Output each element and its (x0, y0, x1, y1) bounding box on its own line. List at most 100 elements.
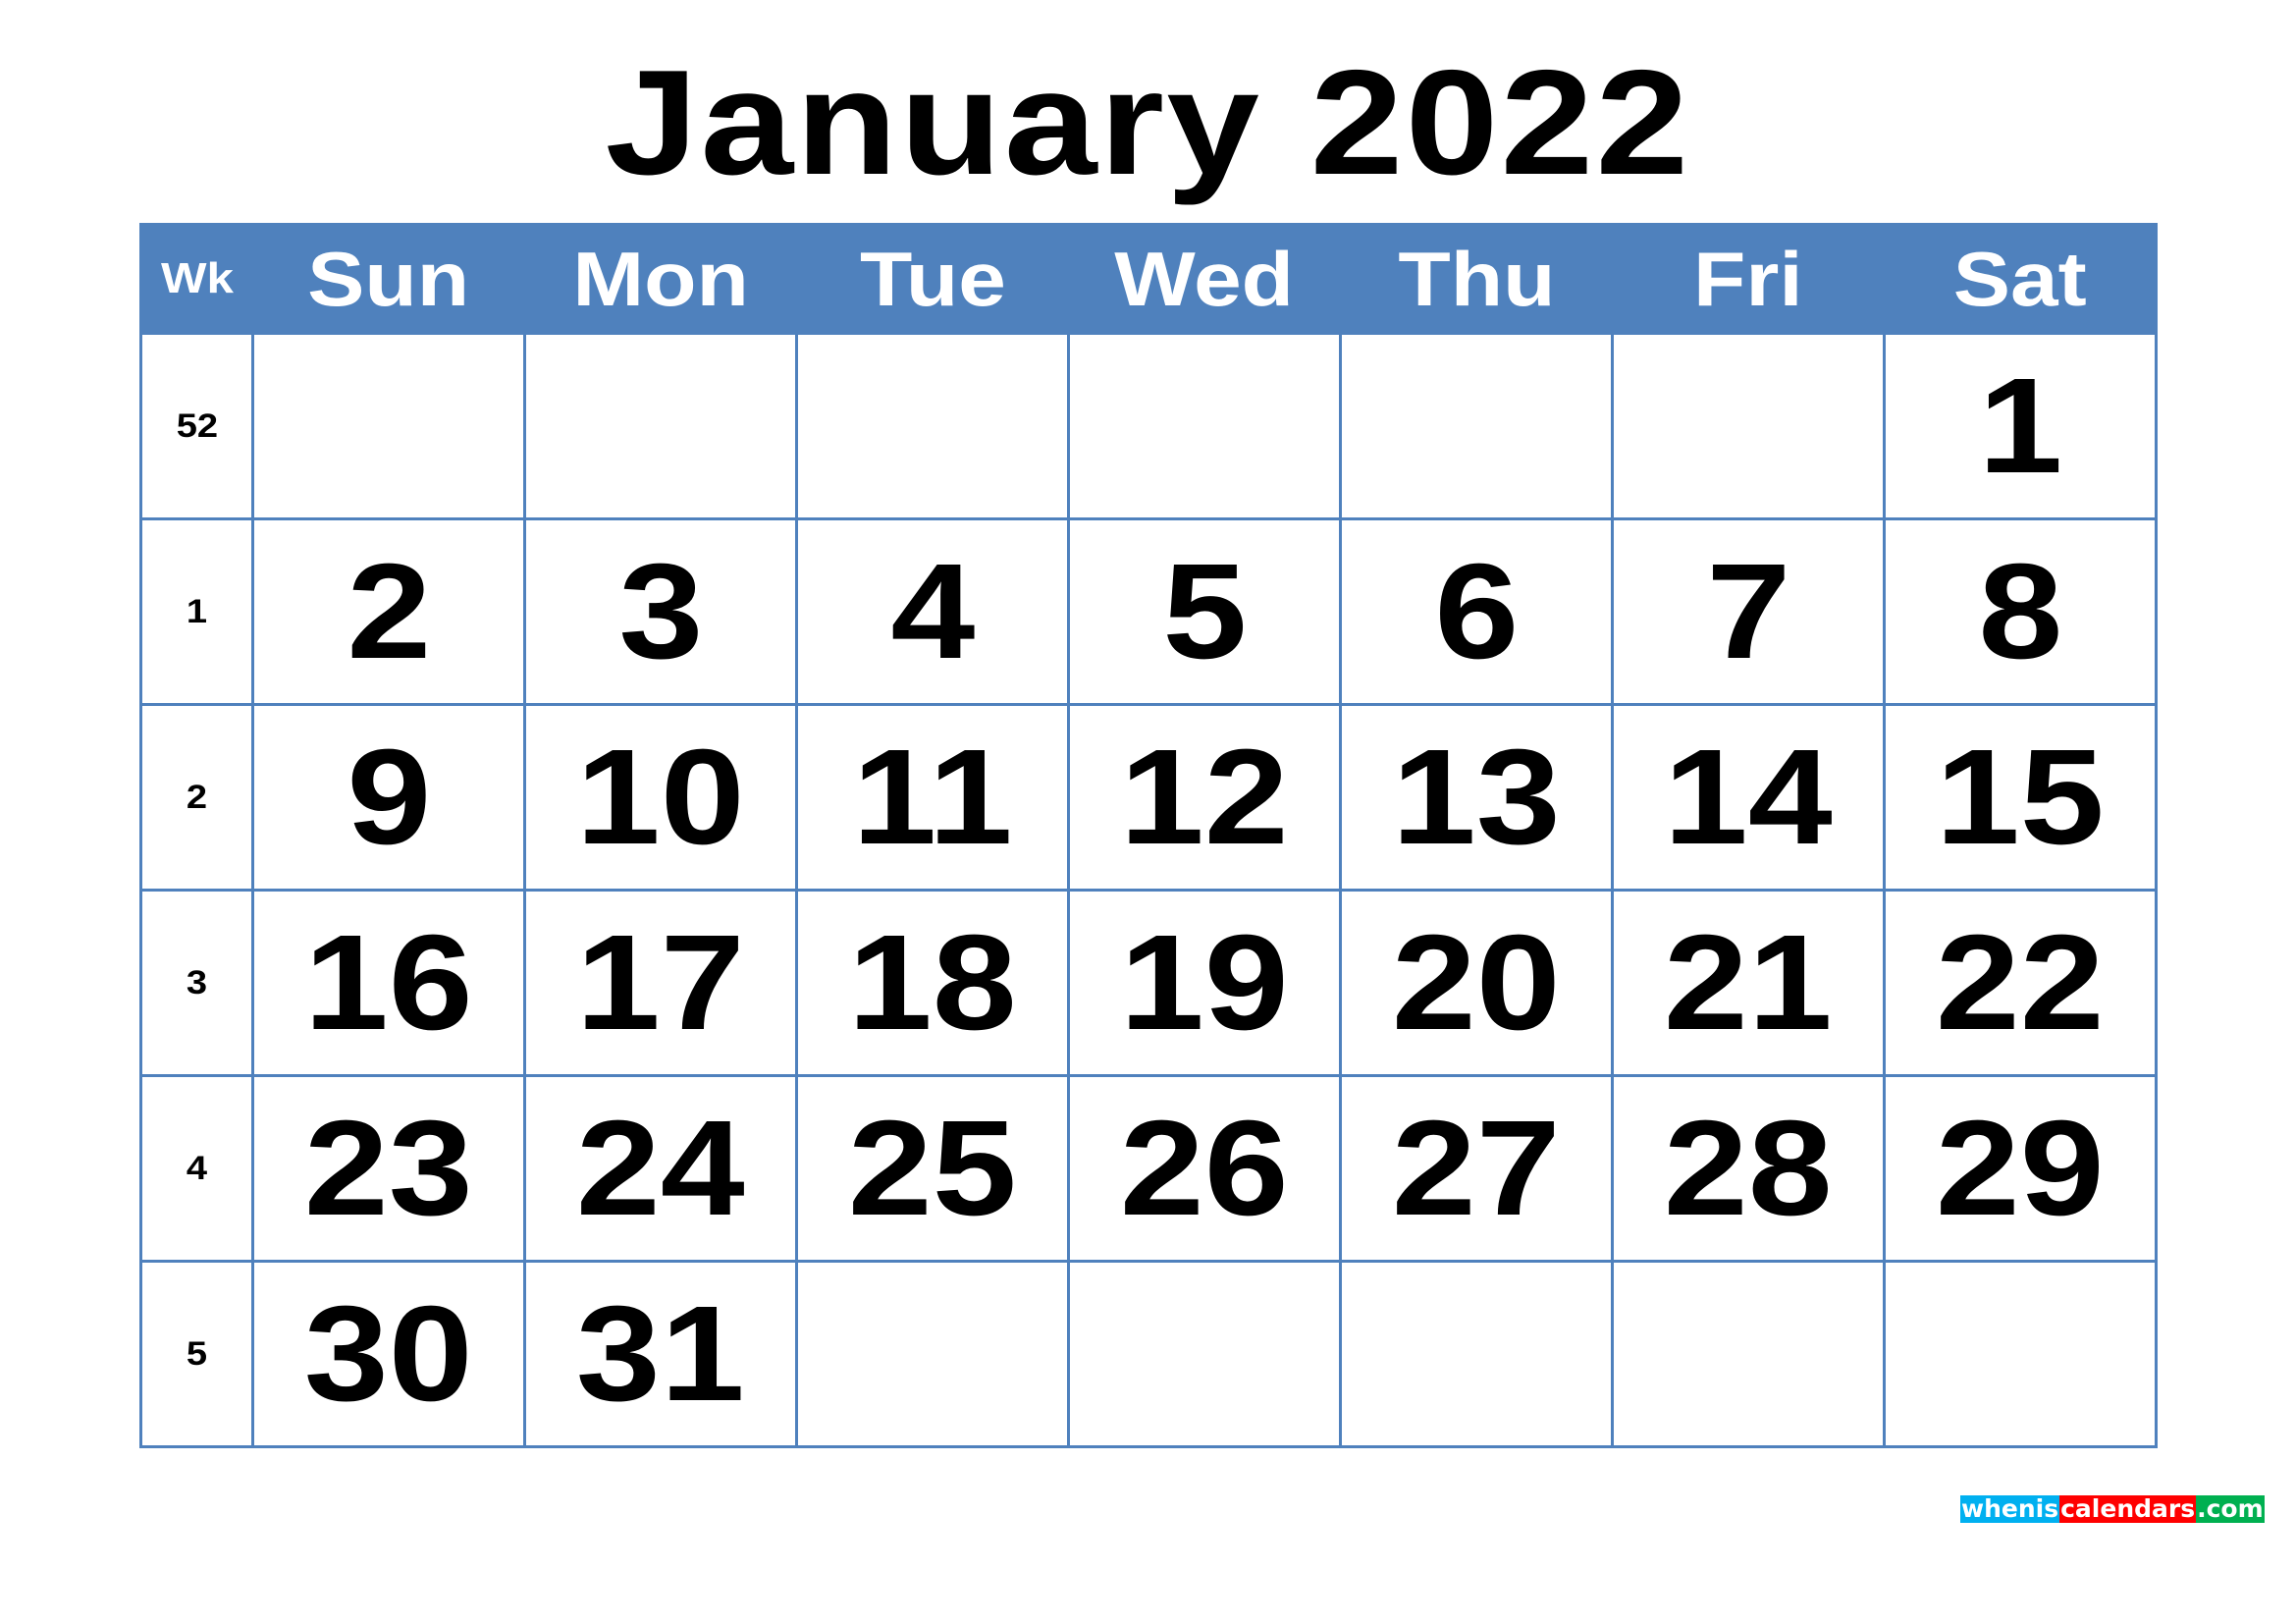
day-number: 4 (890, 535, 975, 687)
day-cell: 18 (795, 889, 1070, 1077)
day-cell: 31 (523, 1260, 798, 1448)
empty-day-cell (795, 332, 1070, 520)
day-cell: 23 (251, 1074, 526, 1263)
calendar-title: January 2022 (605, 39, 1691, 206)
week-number: 1 (139, 517, 254, 706)
weekday-header-row: Wk Sun Mon Tue Wed Thu Fri Sat (139, 223, 2158, 335)
empty-day-cell (1883, 1260, 2158, 1448)
empty-day-cell (1611, 332, 1886, 520)
day-number: 10 (576, 721, 745, 873)
week-row: 3 16 17 18 19 20 21 22 (139, 889, 2158, 1077)
day-number: 21 (1664, 906, 1833, 1058)
day-number: 5 (1162, 535, 1247, 687)
week-number: 4 (139, 1074, 254, 1263)
week-number: 3 (139, 889, 254, 1077)
site-logo[interactable]: whenis calendars .com (1960, 1495, 2265, 1525)
week-number: 52 (139, 332, 254, 520)
weekday-header: Sun (251, 223, 526, 335)
day-cell: 25 (795, 1074, 1070, 1263)
empty-day-cell (1611, 1260, 1886, 1448)
day-cell: 30 (251, 1260, 526, 1448)
day-number: 12 (1120, 721, 1289, 873)
day-cell: 13 (1339, 703, 1614, 892)
day-cell: 11 (795, 703, 1070, 892)
empty-day-cell (1067, 1260, 1342, 1448)
day-number: 31 (576, 1277, 745, 1430)
day-number: 23 (304, 1092, 473, 1244)
day-cell: 21 (1611, 889, 1886, 1077)
empty-day-cell (251, 332, 526, 520)
day-cell: 19 (1067, 889, 1342, 1077)
week-row: 12 3 4 5 6 7 8 (139, 517, 2158, 706)
day-cell: 8 (1883, 517, 2158, 706)
day-number: 8 (1978, 535, 2062, 687)
day-number: 13 (1392, 721, 1561, 873)
day-number: 27 (1392, 1092, 1561, 1244)
day-cell: 29 (1883, 1074, 2158, 1263)
day-number: 18 (848, 906, 1017, 1058)
day-number: 30 (304, 1277, 473, 1430)
day-cell: 24 (523, 1074, 798, 1263)
day-cell: 6 (1339, 517, 1614, 706)
day-cell: 7 (1611, 517, 1886, 706)
day-cell: 17 (523, 889, 798, 1077)
day-number: 9 (347, 721, 431, 873)
day-number: 16 (304, 906, 473, 1058)
day-cell: 20 (1339, 889, 1614, 1077)
day-number: 20 (1392, 906, 1561, 1058)
day-cell: 4 (795, 517, 1070, 706)
day-number: 25 (848, 1092, 1017, 1244)
day-number: 1 (1978, 350, 2062, 502)
empty-day-cell (1339, 1260, 1614, 1448)
day-cell: 16 (251, 889, 526, 1077)
calendar-grid: Wk Sun Mon Tue Wed Thu Fri Sat 52 1 1 2 3 4 5 6… (139, 223, 2158, 1448)
week-row: 5 30 31 (139, 1260, 2158, 1448)
empty-day-cell (1067, 332, 1342, 520)
day-number: 29 (1936, 1092, 2105, 1244)
day-cell: 5 (1067, 517, 1342, 706)
empty-day-cell (523, 332, 798, 520)
day-cell: 14 (1611, 703, 1886, 892)
empty-day-cell (1339, 332, 1614, 520)
logo-part-com: .com (2196, 1494, 2265, 1525)
day-number: 22 (1936, 906, 2105, 1058)
day-cell: 22 (1883, 889, 2158, 1077)
day-number: 2 (347, 535, 431, 687)
weekday-header: Mon (523, 223, 798, 335)
weekday-header: Tue (795, 223, 1070, 335)
day-number: 14 (1664, 721, 1833, 873)
week-row: 52 1 (139, 332, 2158, 520)
day-number: 3 (618, 535, 703, 687)
day-cell: 12 (1067, 703, 1342, 892)
day-cell: 9 (251, 703, 526, 892)
week-number-header: Wk (139, 223, 254, 335)
weekday-header: Fri (1611, 223, 1886, 335)
day-number: 11 (852, 721, 1013, 873)
logo-part-whenis: whenis (1960, 1494, 2060, 1525)
day-number: 24 (576, 1092, 745, 1244)
day-number: 6 (1434, 535, 1519, 687)
day-cell: 10 (523, 703, 798, 892)
empty-day-cell (795, 1260, 1070, 1448)
logo-part-calendars: calendars (2059, 1494, 2197, 1525)
day-number: 15 (1936, 721, 2105, 873)
day-cell: 15 (1883, 703, 2158, 892)
week-row: 4 23 24 25 26 27 28 29 (139, 1074, 2158, 1263)
weekday-header: Wed (1067, 223, 1342, 335)
day-cell: 28 (1611, 1074, 1886, 1263)
week-row: 2 9 10 11 12 13 14 15 (139, 703, 2158, 892)
day-number: 17 (576, 906, 745, 1058)
day-cell: 1 (1883, 332, 2158, 520)
week-number: 2 (139, 703, 254, 892)
weekday-header: Thu (1339, 223, 1614, 335)
day-number: 19 (1120, 906, 1289, 1058)
day-number: 26 (1120, 1092, 1289, 1244)
day-cell: 2 (251, 517, 526, 706)
day-cell: 26 (1067, 1074, 1342, 1263)
weekday-header: Sat (1883, 223, 2158, 335)
week-number: 5 (139, 1260, 254, 1448)
day-number: 28 (1664, 1092, 1833, 1244)
day-cell: 27 (1339, 1074, 1614, 1263)
day-number: 7 (1706, 535, 1790, 687)
day-cell: 3 (523, 517, 798, 706)
